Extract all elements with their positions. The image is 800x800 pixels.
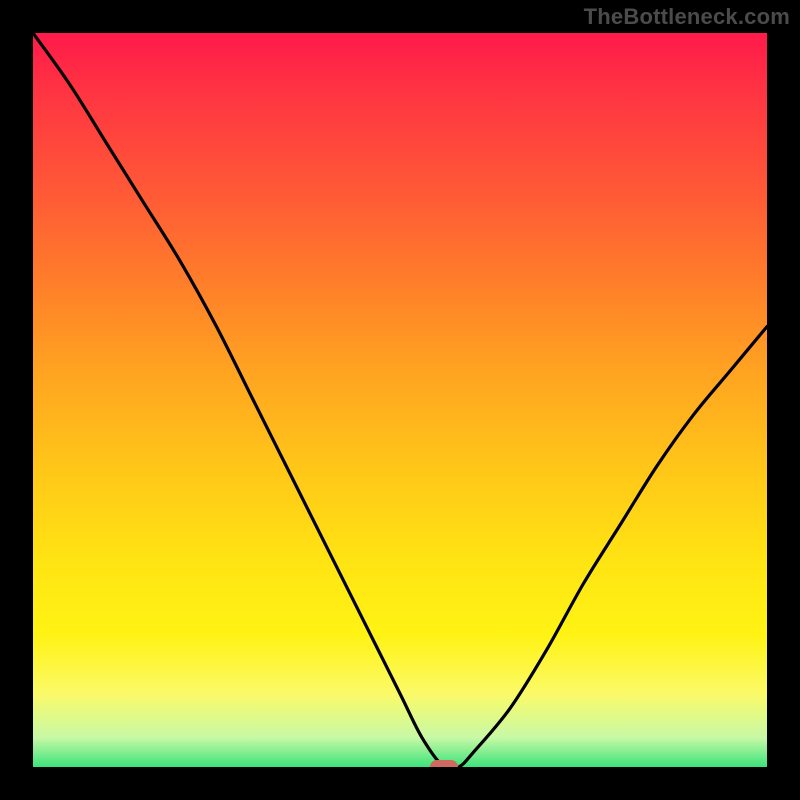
attribution-label: TheBottleneck.com (584, 4, 790, 30)
bottleneck-curve-path (33, 33, 767, 767)
chart-frame: TheBottleneck.com (0, 0, 800, 800)
optimum-marker (430, 760, 458, 767)
bottleneck-curve (33, 33, 767, 767)
plot-area (33, 33, 767, 767)
